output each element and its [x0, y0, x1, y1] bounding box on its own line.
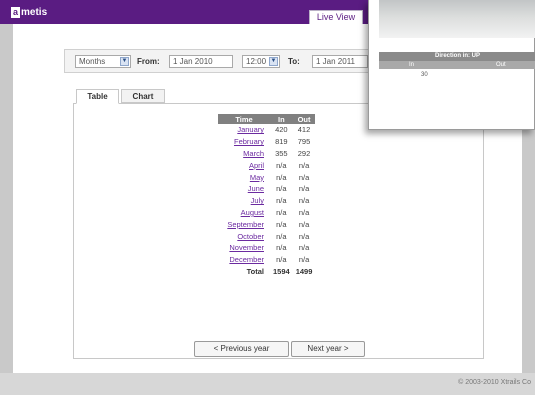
in-cell: 819	[275, 137, 288, 147]
month-link[interactable]: January	[237, 125, 264, 134]
filter-bar: Months ▼ From: 1 Jan 2010 12:00 ▼ To: 1 …	[64, 49, 384, 73]
live-view-popup: Direction in: UP In Out 30	[368, 0, 535, 130]
header-out: Out	[292, 114, 316, 124]
chevron-down-icon[interactable]: ▼	[120, 57, 129, 66]
month-cell: February	[218, 136, 270, 148]
table-body: January 420 412 February 819 795 March 355 292 Ap…	[218, 124, 315, 277]
out-cell: n/a	[298, 207, 310, 217]
popup-col-out: Out	[496, 62, 506, 68]
table-row: December n/a n/a	[218, 254, 315, 266]
month-link[interactable]: June	[248, 184, 264, 193]
to-date-input[interactable]: 1 Jan 2011	[312, 55, 368, 68]
logo[interactable]: a metis	[11, 6, 47, 18]
camera-image	[379, 0, 535, 38]
logo-text: metis	[21, 6, 48, 18]
total-out: 1499	[295, 266, 313, 276]
table-row: May n/a n/a	[218, 171, 315, 183]
month-link[interactable]: March	[243, 149, 264, 158]
month-link[interactable]: February	[234, 137, 264, 146]
out-cell: 795	[297, 137, 311, 147]
table-row: September n/a n/a	[218, 218, 315, 230]
out-cell: n/a	[298, 196, 310, 206]
total-row: Total 1594 1499	[218, 266, 315, 278]
out-cell: 412	[297, 125, 311, 135]
tab-chart[interactable]: Chart	[121, 89, 165, 103]
out-cell: n/a	[298, 231, 310, 241]
month-cell: August	[218, 207, 270, 219]
from-date-input[interactable]: 1 Jan 2010	[169, 55, 233, 68]
in-cell: n/a	[276, 196, 287, 206]
logo-box: a	[11, 6, 21, 18]
month-cell: April	[218, 159, 270, 171]
month-link[interactable]: August	[241, 208, 264, 217]
month-link[interactable]: May	[250, 173, 264, 182]
month-cell: January	[218, 124, 270, 136]
month-cell: July	[218, 195, 270, 207]
in-cell: n/a	[276, 184, 287, 194]
in-cell: 355	[275, 148, 288, 158]
footer: © 2003-2010 Xtrails Co	[0, 373, 535, 395]
total-label: Total	[246, 266, 264, 276]
table-row: November n/a n/a	[218, 242, 315, 254]
previous-year-button[interactable]: < Previous year	[194, 341, 289, 357]
month-link[interactable]: September	[227, 220, 264, 229]
out-cell: n/a	[298, 243, 310, 253]
table-row: March 355 292	[218, 148, 315, 160]
month-link[interactable]: April	[249, 161, 264, 170]
month-cell: March	[218, 148, 270, 160]
month-link[interactable]: December	[229, 255, 264, 264]
copyright-text: © 2003-2010 Xtrails Co	[458, 379, 531, 386]
from-time-select[interactable]: 12:00 ▼	[242, 55, 280, 68]
out-cell: 292	[297, 148, 311, 158]
out-cell: n/a	[298, 172, 310, 182]
out-cell: n/a	[298, 160, 310, 170]
table-row: April n/a n/a	[218, 159, 315, 171]
out-cell: n/a	[298, 184, 310, 194]
month-link[interactable]: November	[229, 243, 264, 252]
period-select[interactable]: Months ▼	[75, 55, 131, 68]
table-row: August n/a n/a	[218, 207, 315, 219]
out-cell: n/a	[298, 219, 310, 229]
from-label: From:	[137, 57, 160, 66]
month-cell: September	[218, 218, 270, 230]
header-in: In	[270, 114, 293, 124]
next-year-button[interactable]: Next year >	[291, 341, 365, 357]
month-cell: October	[218, 230, 270, 242]
to-label: To:	[288, 57, 300, 66]
header-time: Time	[218, 114, 270, 124]
monthly-table: Time In Out January 420 412 February 819 795 M…	[218, 114, 316, 277]
from-time-value: 12:00	[246, 57, 267, 66]
table-row: June n/a n/a	[218, 183, 315, 195]
table-row: January 420 412	[218, 124, 315, 136]
month-link[interactable]: July	[251, 196, 264, 205]
live-view-tab[interactable]: Live View	[309, 10, 363, 24]
month-cell: December	[218, 254, 270, 266]
out-cell: n/a	[298, 255, 310, 265]
in-cell: n/a	[276, 172, 287, 182]
popup-value-in: 30	[421, 72, 428, 78]
month-cell: June	[218, 183, 270, 195]
in-cell: 420	[275, 125, 288, 135]
popup-direction-header: Direction in: UP	[379, 52, 535, 61]
table-row: October n/a n/a	[218, 230, 315, 242]
period-select-value: Months	[79, 57, 106, 66]
popup-col-in: In	[409, 62, 415, 68]
popup-column-headers: In Out	[379, 61, 535, 69]
table-header-row: Time In Out	[218, 114, 316, 124]
chevron-down-icon[interactable]: ▼	[269, 57, 278, 66]
table-row: July n/a n/a	[218, 195, 315, 207]
in-cell: n/a	[276, 255, 287, 265]
popup-data-row: 30	[379, 70, 535, 80]
tab-table[interactable]: Table	[76, 89, 119, 104]
in-cell: n/a	[276, 231, 287, 241]
total-in: 1594	[273, 266, 290, 276]
in-cell: n/a	[276, 243, 287, 253]
month-cell: November	[218, 242, 270, 254]
in-cell: n/a	[276, 160, 287, 170]
in-cell: n/a	[276, 219, 287, 229]
month-cell: May	[218, 171, 270, 183]
in-cell: n/a	[276, 207, 287, 217]
month-link[interactable]: October	[237, 232, 264, 241]
table-row: February 819 795	[218, 136, 315, 148]
